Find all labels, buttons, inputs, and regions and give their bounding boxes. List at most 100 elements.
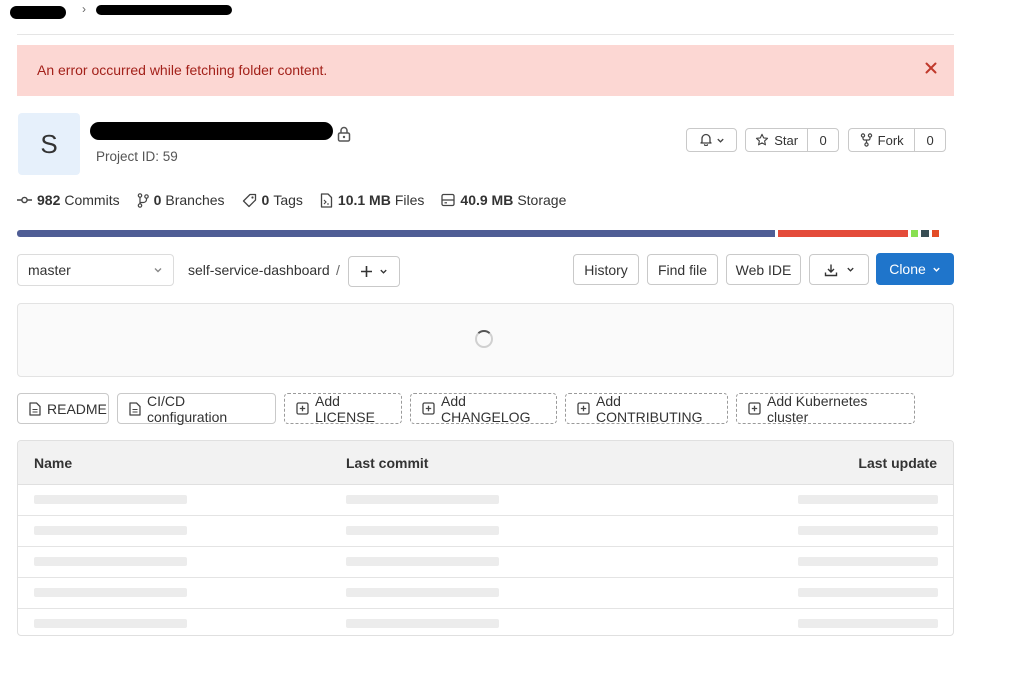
chevron-down-icon: [153, 265, 163, 275]
download-dropdown[interactable]: [809, 254, 869, 285]
header-divider: [17, 34, 954, 35]
storage-icon: [441, 193, 460, 207]
table-row: [18, 578, 953, 609]
cicd-label: CI/CD configuration: [147, 392, 228, 425]
language-segment[interactable]: [921, 230, 929, 237]
table-row: [18, 609, 953, 635]
branch-name: master: [28, 262, 71, 278]
add-kubernetes-cluster-button[interactable]: Add Kubernetes cluster: [736, 392, 915, 425]
branch-switcher[interactable]: master: [17, 254, 174, 286]
stat-label: Commits: [64, 192, 120, 208]
breadcrumb: ›: [10, 0, 240, 24]
fork-label: Fork: [877, 132, 904, 148]
notification-dropdown[interactable]: [686, 128, 737, 152]
skeleton-placeholder: [346, 619, 499, 628]
plus-square-icon: [748, 402, 767, 415]
fork-icon: [860, 133, 873, 147]
file-tree-table: Name Last commit Last update: [17, 440, 954, 636]
stat-commits[interactable]: 982 Commits: [17, 192, 120, 208]
find-file-button[interactable]: Find file: [647, 254, 718, 285]
stat-files[interactable]: 10.1 MB Files: [320, 192, 424, 208]
readme-button[interactable]: README: [17, 393, 109, 424]
language-segment[interactable]: [17, 230, 776, 237]
add-license-button[interactable]: Add LICENSE: [284, 392, 402, 425]
stat-storage[interactable]: 40.9 MB Storage: [441, 192, 566, 208]
star-group: Star 0: [745, 128, 839, 152]
breadcrumb-separator: ›: [82, 2, 86, 16]
skeleton-placeholder: [346, 526, 499, 535]
close-icon[interactable]: [923, 60, 939, 76]
document-icon: [29, 401, 47, 416]
skeleton-placeholder: [798, 526, 938, 535]
redacted-group-name[interactable]: [10, 6, 66, 19]
skeleton-placeholder: [798, 495, 938, 504]
stat-value: 982: [37, 192, 61, 208]
stat-label: Storage: [517, 192, 567, 208]
web-ide-button[interactable]: Web IDE: [726, 254, 801, 285]
skeleton-placeholder: [34, 588, 187, 597]
table-body: [18, 485, 953, 635]
error-alert: An error occurred while fetching folder …: [17, 45, 954, 96]
redacted-project-crumb[interactable]: [96, 5, 232, 15]
stat-branches[interactable]: 0 Branches: [137, 192, 225, 208]
language-segment[interactable]: [778, 230, 908, 237]
stat-label: Files: [394, 192, 425, 208]
chevron-down-icon: [846, 265, 855, 274]
table-row: [18, 485, 953, 516]
file-icon: [320, 192, 338, 208]
add-contributing-button[interactable]: Add CONTRIBUTING: [565, 392, 728, 425]
lock-icon: [337, 126, 351, 142]
column-last-commit: Last commit: [346, 455, 429, 471]
clone-dropdown-button[interactable]: Clone: [876, 253, 954, 285]
stat-label: Tags: [273, 192, 303, 208]
skeleton-placeholder: [346, 588, 499, 597]
chevron-down-icon: [716, 132, 725, 148]
column-last-update: Last update: [858, 455, 937, 471]
stat-value: 0: [261, 192, 270, 208]
add-changelog-button[interactable]: Add CHANGELOG: [410, 393, 557, 425]
branch-icon: [137, 192, 154, 208]
repository-language-bar[interactable]: [17, 230, 954, 237]
skeleton-placeholder: [346, 557, 499, 566]
tag-icon: [242, 193, 262, 208]
chevron-down-icon: [379, 267, 388, 276]
stat-tags[interactable]: 0 Tags: [242, 192, 303, 208]
fork-button[interactable]: Fork: [849, 129, 914, 151]
table-row: [18, 516, 953, 547]
skeleton-placeholder: [34, 495, 187, 504]
plus-square-icon: [422, 402, 441, 415]
skeleton-placeholder: [798, 619, 938, 628]
project-name-redacted: [90, 119, 335, 143]
table-header: Name Last commit Last update: [18, 441, 953, 485]
plus-square-icon: [577, 402, 596, 415]
add-to-tree-dropdown[interactable]: [348, 256, 400, 287]
plus-square-icon: [296, 402, 315, 415]
skeleton-placeholder: [34, 619, 187, 628]
stat-value: 10.1 MB: [337, 192, 391, 208]
language-segment[interactable]: [931, 230, 940, 237]
add-license-label: Add LICENSE: [315, 392, 375, 425]
star-button[interactable]: Star: [746, 129, 807, 151]
cicd-configuration-button[interactable]: CI/CD configuration: [117, 392, 276, 425]
add-kubernetes-label: Add Kubernetes cluster: [767, 392, 868, 425]
chevron-down-icon: [932, 265, 941, 274]
download-icon: [824, 263, 838, 277]
project-stats: 982 Commits 0 Branches 0 Tags 10.1 MB Fi…: [17, 190, 583, 210]
project-avatar: S: [18, 113, 80, 175]
path-separator: /: [336, 262, 340, 278]
add-contributing-label: Add CONTRIBUTING: [596, 392, 703, 425]
skeleton-placeholder: [798, 588, 938, 597]
alert-message: An error occurred while fetching folder …: [37, 62, 328, 78]
project-id: Project ID: 59: [96, 149, 178, 164]
fork-count[interactable]: 0: [915, 129, 945, 151]
plus-icon: [360, 265, 373, 278]
loading-spinner-icon: [475, 330, 493, 348]
language-segment[interactable]: [910, 230, 919, 237]
table-row: [18, 547, 953, 578]
star-label: Star: [774, 132, 799, 148]
star-count[interactable]: 0: [808, 129, 838, 151]
history-button[interactable]: History: [573, 254, 639, 285]
skeleton-placeholder: [798, 557, 938, 566]
readme-loading-panel: [17, 303, 954, 377]
repository-path[interactable]: self-service-dashboard: [188, 262, 330, 278]
